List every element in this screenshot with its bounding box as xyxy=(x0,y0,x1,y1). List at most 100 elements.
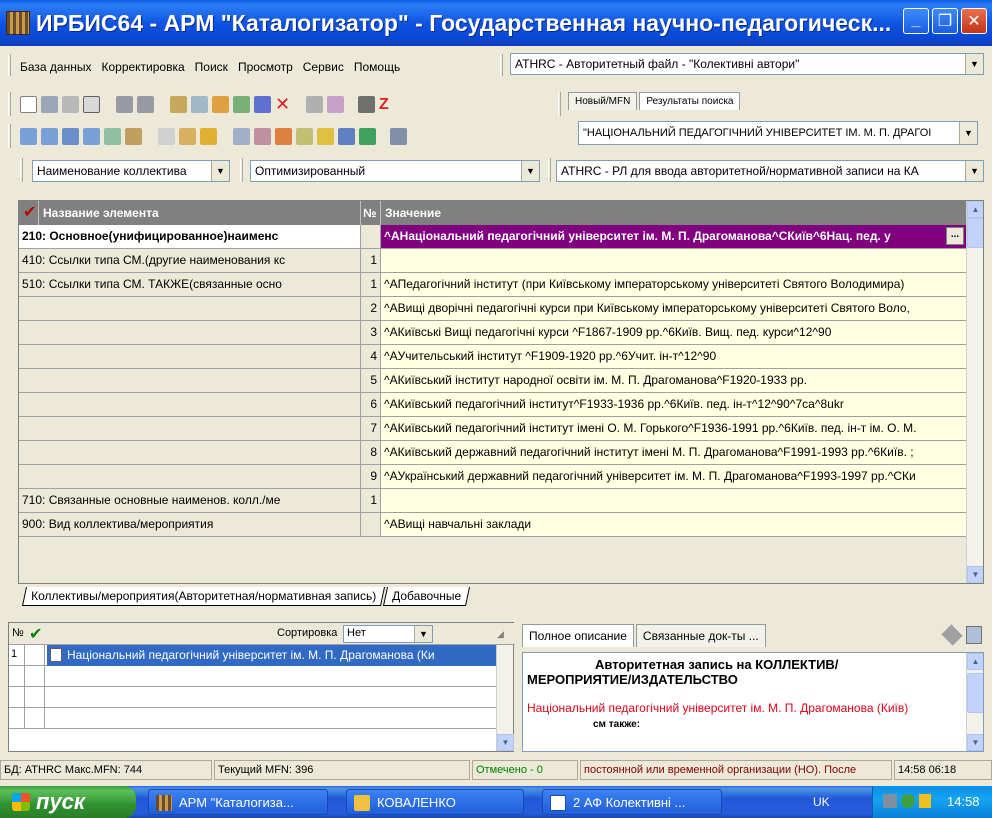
chart-icon[interactable] xyxy=(338,128,355,145)
menu-database[interactable]: База данных xyxy=(20,60,91,74)
scroll-down-icon[interactable]: ▼ xyxy=(497,734,514,751)
copy-record-icon[interactable] xyxy=(83,96,100,113)
scroll-up-icon[interactable]: ▲ xyxy=(967,201,983,218)
sort-icon[interactable] xyxy=(233,96,250,113)
tools-icon[interactable] xyxy=(358,96,375,113)
menu-edit[interactable]: Корректировка xyxy=(101,60,184,74)
header-name[interactable]: Название элемента xyxy=(39,201,361,225)
worksheet-select[interactable]: ATHRC - РЛ для ввода авторитетной/нормат… xyxy=(556,160,984,182)
field-value[interactable] xyxy=(381,249,967,273)
chevron-down-icon[interactable]: ▼ xyxy=(414,626,432,642)
field-row-510-6[interactable]: 6 ^AКиївський педагогічний інститут^F193… xyxy=(19,393,967,417)
header-value[interactable]: Значение xyxy=(381,201,967,225)
menu-service[interactable]: Сервис xyxy=(303,60,344,74)
task-folder[interactable]: КОВАЛЕНКО xyxy=(346,789,524,815)
field-value[interactable]: ^AКиївський педагогічний інститут^F1933-… xyxy=(381,393,967,417)
scroll-thumb[interactable] xyxy=(967,218,983,248)
print-icon[interactable] xyxy=(306,96,323,113)
menu-help[interactable]: Помощь xyxy=(354,60,400,74)
excel-icon[interactable] xyxy=(359,128,376,145)
chevron-down-icon[interactable]: ▼ xyxy=(211,161,229,181)
antivirus-icon[interactable] xyxy=(901,794,915,808)
book-icon[interactable] xyxy=(296,128,313,145)
field-row-210[interactable]: 210: Основное(унифицированное)наименс ^A… xyxy=(19,225,967,249)
field-value[interactable] xyxy=(381,489,967,513)
start-button[interactable]: пуск xyxy=(0,786,136,818)
list-item-empty[interactable] xyxy=(9,708,497,729)
resize-icon[interactable]: ◢ xyxy=(497,629,504,640)
thesaurus-icon[interactable] xyxy=(104,128,121,145)
scroll-thumb[interactable] xyxy=(967,673,983,713)
header-num[interactable]: № xyxy=(361,201,381,225)
list-num-header[interactable]: № xyxy=(12,627,24,639)
field-row-510-9[interactable]: 9 ^AУкраїнський державний педагогічний у… xyxy=(19,465,967,489)
insert-field-icon[interactable] xyxy=(170,96,187,113)
copy-icon[interactable] xyxy=(966,626,982,644)
field-value[interactable]: ^AКиївський педагогічний інститут імені … xyxy=(381,417,967,441)
menu-search[interactable]: Поиск xyxy=(195,60,228,74)
search-result-select[interactable]: "НАЦІОНАЛЬНИЙ ПЕДАГОГІЧНИЙ УНІВЕРСИТЕТ І… xyxy=(578,121,978,145)
undo-icon[interactable] xyxy=(62,96,79,113)
tab-search-results[interactable]: Результаты поиска xyxy=(639,92,741,110)
settings-icon[interactable] xyxy=(390,128,407,145)
paste-icon[interactable] xyxy=(200,128,217,145)
field-value[interactable]: ^AВищі навчальні заклади xyxy=(381,513,967,537)
chevron-down-icon[interactable]: ▼ xyxy=(965,54,983,74)
field-row-510-8[interactable]: 8 ^AКиївський державний педагогічний інс… xyxy=(19,441,967,465)
check-icon[interactable]: ✔ xyxy=(29,624,42,644)
chevron-down-icon[interactable]: ▼ xyxy=(965,161,983,181)
irbis-app-icon[interactable] xyxy=(6,11,30,35)
save-icon[interactable] xyxy=(41,96,58,113)
statistics-icon[interactable] xyxy=(254,128,271,145)
list-item-empty[interactable] xyxy=(9,687,497,708)
field-row-510-3[interactable]: 3 ^AКиївські Вищі педагогічні курси ^F18… xyxy=(19,321,967,345)
list-scrollbar[interactable]: ▼ xyxy=(496,645,514,751)
language-indicator[interactable]: UK xyxy=(813,795,830,809)
clipboard-icon[interactable] xyxy=(179,128,196,145)
dictionary-icon[interactable] xyxy=(83,128,100,145)
search-icon[interactable] xyxy=(20,128,37,145)
field-value[interactable]: ^AКиївський інститут народної освіти ім.… xyxy=(381,369,967,393)
description-scrollbar[interactable]: ▲ ▼ xyxy=(966,653,983,751)
field-value-selected[interactable]: ^AНаціональний педагогічний університет … xyxy=(381,225,967,249)
new-record-icon[interactable] xyxy=(20,96,37,113)
name-type-select[interactable]: Наименование коллектива ▼ xyxy=(32,160,230,182)
tab-linked-docs[interactable]: Связанные док-ты ... xyxy=(635,624,766,647)
field-row-510-4[interactable]: 4 ^AУчительський інститут ^F1909-1920 рр… xyxy=(19,345,967,369)
maximize-button[interactable]: ❐ xyxy=(932,8,958,34)
close-button[interactable]: ✕ xyxy=(961,8,987,34)
task-irbis[interactable]: АРМ "Каталогиза... xyxy=(148,789,328,815)
mode-select[interactable]: Оптимизированный ▼ xyxy=(250,160,540,182)
filter-icon[interactable] xyxy=(62,128,79,145)
clock[interactable]: 14:58 xyxy=(947,794,980,809)
field-value[interactable]: ^AПедагогічний інститут (при Київському … xyxy=(381,273,967,297)
scroll-down-icon[interactable]: ▼ xyxy=(967,734,983,751)
delete-icon[interactable]: ✕ xyxy=(275,95,292,113)
list-item[interactable]: 1 Національний педагогічний університет … xyxy=(9,645,497,666)
replace-icon[interactable] xyxy=(212,96,229,113)
tab-collectives[interactable]: Коллективы/мероприятия(Авторитетная/норм… xyxy=(21,587,386,606)
field-row-510[interactable]: 510: Ссылки типа СМ. ТАКЖЕ(связанные осн… xyxy=(19,273,967,297)
field-value[interactable]: ^AУкраїнський державний педагогічний уні… xyxy=(381,465,967,489)
format-icon[interactable] xyxy=(233,128,250,145)
ellipsis-button[interactable]: ... xyxy=(946,227,964,245)
link-icon[interactable] xyxy=(158,128,175,145)
database-select[interactable]: ATHRC - Авторитетный файл - "Колективні … xyxy=(510,53,984,75)
grid-scrollbar[interactable]: ▲ ▼ xyxy=(966,201,983,583)
field-value[interactable]: ^AУчительський інститут ^F1909-1920 рр.^… xyxy=(381,345,967,369)
hammer-icon[interactable] xyxy=(125,128,142,145)
field-row-900[interactable]: 900: Вид коллектива/мероприятия ^AВищі н… xyxy=(19,513,967,537)
field-row-710[interactable]: 710: Связанные основные наименов. колл./… xyxy=(19,489,967,513)
field-row-410[interactable]: 410: Ссылки типа СМ.(другие наименования… xyxy=(19,249,967,273)
field-row-510-7[interactable]: 7 ^AКиївський педагогічний інститут імен… xyxy=(19,417,967,441)
global-correction-icon[interactable] xyxy=(275,128,292,145)
diamond-icon[interactable] xyxy=(941,624,963,646)
edit-icon[interactable] xyxy=(254,96,271,113)
previous-record-icon[interactable] xyxy=(116,96,133,113)
folder-icon[interactable] xyxy=(317,128,334,145)
field-value[interactable]: ^AКиївські Вищі педагогічні курси ^F1867… xyxy=(381,321,967,345)
field-row-510-5[interactable]: 5 ^AКиївський інститут народної освіти і… xyxy=(19,369,967,393)
info-icon[interactable] xyxy=(919,794,931,808)
export-icon[interactable] xyxy=(327,96,344,113)
title-bar[interactable]: ИРБИС64 - АРМ "Каталогизатор" - Государс… xyxy=(0,0,992,46)
